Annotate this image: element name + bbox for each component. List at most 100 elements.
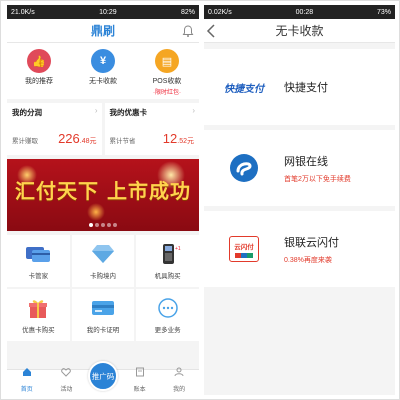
- my-recommend-button[interactable]: 👍 我的推荐: [9, 49, 69, 86]
- card-value: 12.52元: [163, 131, 194, 146]
- tab-activity[interactable]: 活动: [48, 366, 84, 393]
- quick-actions: 👍 我的推荐 ¥ 无卡收款 ▤ POS收款 ·限时红包·: [7, 43, 199, 99]
- logo-text: 云闪付: [234, 243, 254, 251]
- tile-label: 卡购境内: [89, 272, 116, 280]
- service-grid: 卡管家 卡购境内 +1 机具购买 优惠卡购买 我的卡证明 更多业务: [7, 235, 199, 341]
- status-bar: 0.02K/s 00:28 73%: [204, 5, 395, 19]
- quick-pay-option[interactable]: 快捷支付 快捷支付: [204, 49, 395, 125]
- pos-collect-button[interactable]: ▤ POS收款 ·限时红包·: [137, 49, 197, 96]
- card-label: 累计赚取: [12, 138, 38, 145]
- more-dots-icon: [157, 297, 178, 318]
- carousel-dot[interactable]: [101, 223, 105, 227]
- card-purchase-tile[interactable]: 卡购境内: [71, 235, 135, 287]
- carousel-dot[interactable]: [89, 223, 93, 227]
- method-name: 银联云闪付: [284, 236, 339, 249]
- unionpay-stripe-icon: [235, 252, 253, 258]
- online-banking-option[interactable]: 网银在线 首笔2万以下免手续费: [204, 130, 395, 206]
- battery-level: 73%: [376, 8, 391, 16]
- carousel-dot[interactable]: [113, 223, 117, 227]
- method-name: 网银在线: [284, 155, 328, 168]
- discount-card-card[interactable]: 我的优惠卡 › 累计节省 12.52元: [104, 103, 199, 155]
- battery-level: 82%: [180, 8, 195, 16]
- quick-label: 无卡收款: [89, 78, 117, 85]
- tab-label: 我的: [173, 387, 186, 393]
- promo-banner[interactable]: 汇付天下 上市成功: [7, 159, 199, 231]
- tile-label: 优惠卡购买: [22, 326, 55, 334]
- home-screen: 21.0K/s 10:29 82% 鼎刷 👍 我的推荐 ¥ 无卡收款 ▤ POS…: [7, 5, 199, 395]
- carousel-dot[interactable]: [107, 223, 111, 227]
- profit-share-card[interactable]: 我的分润 › 累计赚取 226.48元: [7, 103, 102, 155]
- tab-ledger[interactable]: 账本: [122, 366, 158, 393]
- unionpay-quickpass-option[interactable]: 云闪付 银联云闪付 0.38%再度来袭: [204, 211, 395, 287]
- card-label: 累计节省: [109, 138, 136, 145]
- gift-box-icon: [29, 299, 48, 318]
- logo-text: 快捷支付: [224, 83, 264, 95]
- summary-cards: 我的分润 › 累计赚取 226.48元 我的优惠卡 › 累计节省 12.52元: [7, 103, 199, 155]
- quickpass-badge: 云闪付: [229, 236, 259, 262]
- bottom-tab-bar: 首页 活动 账本 我的 推广码: [7, 361, 199, 395]
- clock: 10:29: [99, 8, 117, 16]
- heart-icon: [61, 368, 72, 377]
- tile-label: 我的卡证明: [86, 326, 120, 334]
- more-services-tile[interactable]: 更多业务: [136, 289, 199, 341]
- tab-label: 账本: [133, 387, 146, 393]
- chevron-right-icon: ›: [192, 106, 195, 115]
- terminal-purchase-tile[interactable]: +1 机具购买: [136, 235, 199, 287]
- discount-card-buy-tile[interactable]: 优惠卡购买: [7, 289, 70, 341]
- card-proof-tile[interactable]: 我的卡证明: [71, 289, 135, 341]
- value-integer: 12: [162, 131, 178, 146]
- tab-label: 首页: [20, 387, 33, 393]
- tab-home[interactable]: 首页: [9, 366, 45, 393]
- user-icon: [174, 367, 184, 377]
- method-promo: 0.38%再度来袭: [284, 256, 332, 264]
- cardless-collect-button[interactable]: ¥ 无卡收款: [73, 49, 133, 86]
- payment-method-list: 快捷支付 快捷支付 网银在线 首笔2万以下免手续费 云闪付 银联云闪付 0.38…: [204, 49, 395, 287]
- page-title: 无卡收款: [275, 24, 324, 38]
- value-decimal: .48元: [79, 138, 97, 145]
- bell-icon[interactable]: [181, 24, 195, 38]
- credit-cards-icon: [26, 246, 51, 262]
- carousel-dot[interactable]: [95, 223, 99, 227]
- network-speed: 0.02K/s: [208, 8, 232, 16]
- bank-card-icon: [91, 300, 114, 315]
- promo-code-button[interactable]: 推广码: [88, 361, 118, 391]
- tab-profile[interactable]: 我的: [161, 366, 197, 393]
- clock: 00:28: [295, 8, 314, 16]
- firework-decoration: [87, 203, 105, 221]
- screenshot-frame: 21.0K/s 10:29 82% 鼎刷 👍 我的推荐 ¥ 无卡收款 ▤ POS…: [0, 0, 400, 400]
- pos-terminal-icon: ▤: [155, 49, 179, 73]
- quick-label: POS收款: [152, 78, 182, 85]
- pos-machine-icon: +1: [162, 243, 181, 264]
- online-bank-logo: [204, 153, 284, 183]
- app-title: 鼎刷: [90, 24, 115, 38]
- network-speed: 21.0K/s: [11, 8, 35, 16]
- status-bar: 21.0K/s 10:29 82%: [7, 5, 199, 19]
- tab-label: 活动: [60, 387, 73, 393]
- unionpay-logo: 云闪付: [204, 236, 284, 262]
- tile-label: 卡管家: [28, 272, 49, 280]
- thumbs-up-icon: 👍: [27, 49, 51, 73]
- method-promo: 首笔2万以下免手续费: [284, 175, 351, 183]
- back-arrow-icon[interactable]: [206, 24, 216, 38]
- header: 鼎刷: [7, 19, 199, 43]
- book-icon: [135, 367, 144, 377]
- method-name: 快捷支付: [284, 82, 328, 94]
- carousel-indicator: [7, 223, 199, 227]
- swirl-logo-icon: [230, 154, 258, 182]
- diamond-icon: [91, 244, 114, 263]
- value-integer: 226: [58, 131, 80, 146]
- chevron-right-icon: ›: [94, 106, 98, 115]
- home-icon: [22, 368, 31, 376]
- svg-text:+1: +1: [175, 246, 181, 252]
- tile-label: 机具购买: [154, 272, 181, 280]
- tile-label: 更多业务: [154, 326, 181, 334]
- card-value: 226.48元: [58, 131, 96, 146]
- quick-label: 我的推荐: [25, 78, 53, 85]
- banner-headline: 汇付天下 上市成功: [15, 179, 191, 203]
- card-manager-tile[interactable]: 卡管家: [7, 235, 70, 287]
- card-title: 我的优惠卡: [109, 108, 148, 117]
- value-decimal: .52元: [177, 138, 194, 145]
- cardless-collect-screen: 0.02K/s 00:28 73% 无卡收款 快捷支付 快捷支付 网银在线 首笔…: [204, 5, 395, 395]
- hand-coin-icon: ¥: [91, 49, 115, 73]
- red-packet-tag: ·限时红包·: [153, 90, 181, 96]
